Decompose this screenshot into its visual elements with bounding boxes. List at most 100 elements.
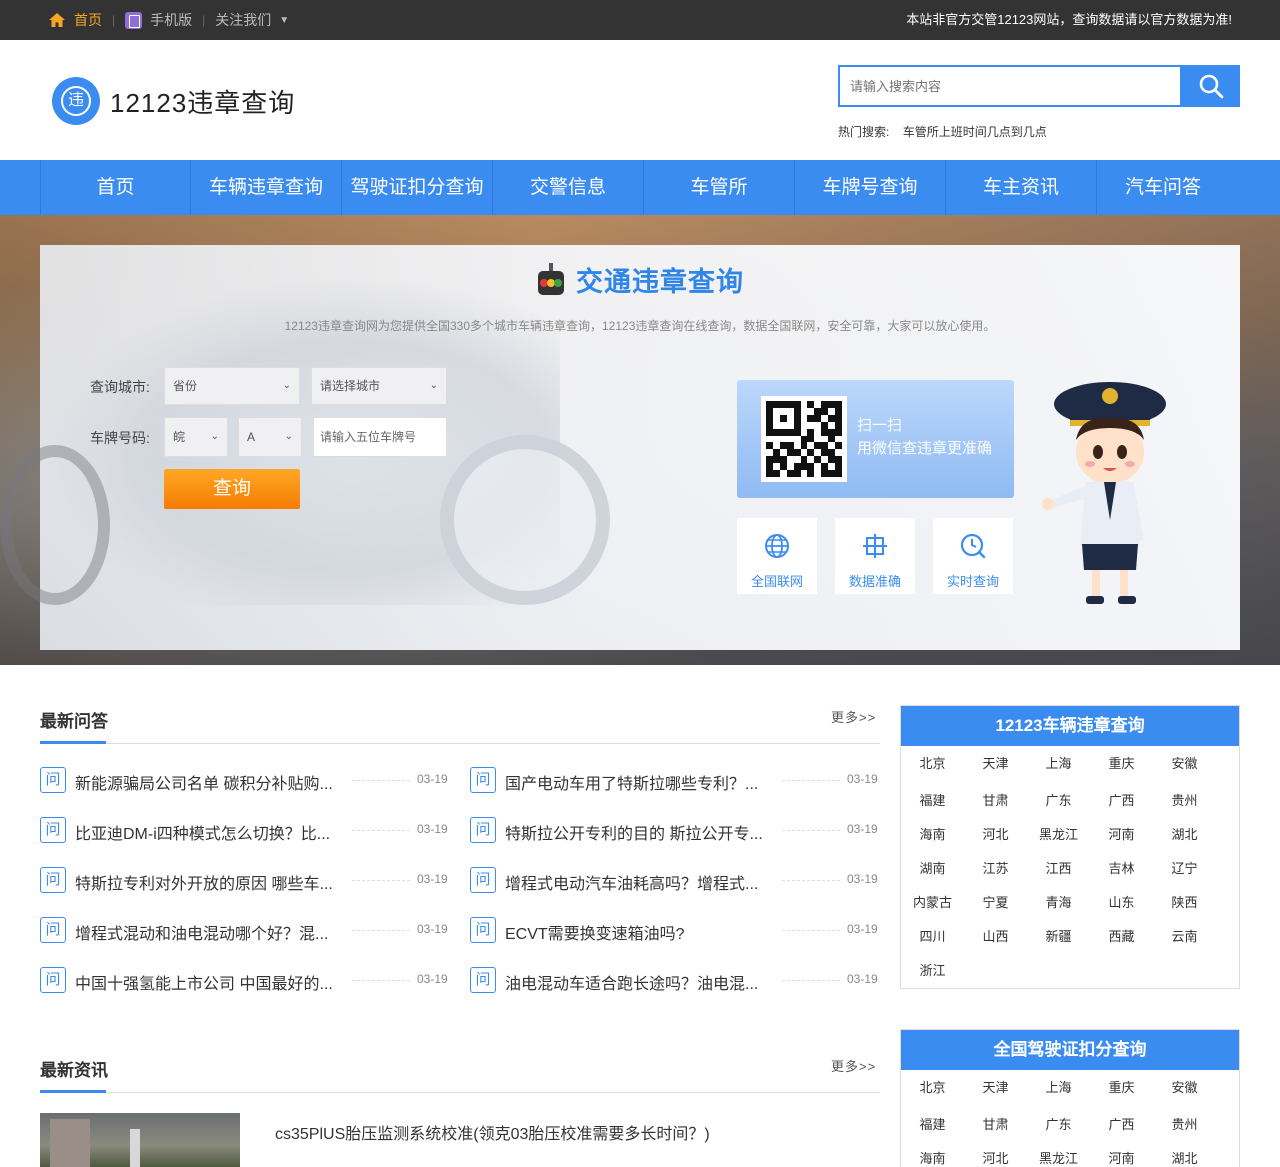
city-link[interactable]: 江苏 [964,852,1027,886]
city-link[interactable]: 江西 [1027,852,1090,886]
news-thumbnail-image[interactable] [40,1113,240,1167]
logo-badge-icon: 违 [52,77,100,125]
city-link[interactable]: 安徽 [1153,746,1216,784]
nav-home[interactable]: 首页 [40,160,191,215]
qa-item-title[interactable]: 特斯拉公开专利的目的 斯拉公开专... [505,820,763,844]
qa-item-title[interactable]: 比亚迪DM-i四种模式怎么切换？比... [75,820,330,844]
city-select[interactable]: 请选择城市 ⌄ [311,367,447,405]
city-link[interactable]: 河北 [964,818,1027,852]
city-link[interactable]: 北京 [901,1070,964,1108]
nav-traffic-police[interactable]: 交警信息 [493,160,644,215]
city-link[interactable]: 贵州 [1153,1108,1216,1142]
plate-province-select[interactable]: 皖 ⌄ [164,417,228,457]
city-link[interactable]: 广西 [1090,1108,1153,1142]
city-link[interactable]: 贵州 [1153,784,1216,818]
city-link[interactable]: 安徽 [1153,1070,1216,1108]
search-button[interactable] [1182,65,1240,107]
qa-list-item[interactable]: 问 ECVT需要换变速箱油吗? 03-19 [470,917,880,945]
city-link[interactable]: 甘肃 [964,784,1027,818]
city-link[interactable]: 天津 [964,1070,1027,1108]
plate-number-input[interactable]: 请输入五位车牌号 [313,417,447,457]
city-link[interactable]: 广西 [1090,784,1153,818]
plate-letter-select[interactable]: A ⌄ [238,417,302,457]
qa-item-title[interactable]: 增程式混动和油电混动哪个好？混... [75,920,328,944]
province-select[interactable]: 省份 ⌄ [164,367,300,405]
city-link[interactable]: 湖南 [901,852,964,886]
city-link[interactable]: 西藏 [1090,920,1153,954]
chevron-down-icon[interactable]: ▼ [279,15,289,26]
site-logo[interactable]: 违 12123违章查询 [52,77,295,125]
top-follow-link[interactable]: 关注我们 [215,10,271,30]
city-link[interactable]: 黑龙江 [1027,1142,1090,1167]
qa-list-item[interactable]: 问增程式电动汽车油耗高吗？增程式... 03-19 [470,867,880,895]
nav-vehicle-violation[interactable]: 车辆违章查询 [191,160,342,215]
city-link[interactable]: 上海 [1027,1070,1090,1108]
city-link[interactable]: 浙江 [901,954,964,988]
top-mobile-link[interactable]: 手机版 [150,10,192,30]
qa-item-title[interactable]: 油电混动车适合跑长途吗？油电混... [505,970,758,994]
city-link[interactable]: 陕西 [1153,886,1216,920]
search-input[interactable] [838,65,1182,107]
city-link[interactable]: 辽宁 [1153,852,1216,886]
city-link[interactable]: 北京 [901,746,964,784]
feature-realtime: 实时查询 [933,518,1013,594]
city-link[interactable]: 河南 [1090,818,1153,852]
city-link[interactable]: 河北 [964,1142,1027,1167]
city-link[interactable]: 甘肃 [964,1108,1027,1142]
city-link[interactable]: 天津 [964,746,1027,784]
city-link[interactable]: 吉林 [1090,852,1153,886]
city-link[interactable]: 内蒙古 [901,886,964,920]
top-notice: 本站非官方交管12123网站，查询数据请以官方数据为准! [906,12,1232,27]
news-more-link[interactable]: 更多>> [831,1056,876,1075]
top-home-link[interactable]: 首页 [74,10,102,30]
city-link[interactable]: 山东 [1090,886,1153,920]
qa-item-title[interactable]: 增程式电动汽车油耗高吗？增程式... [505,870,758,894]
city-link[interactable]: 上海 [1027,746,1090,784]
hot-search-link[interactable]: 车管所上班时间几点到几点 [903,125,1047,139]
query-button[interactable]: 查询 [164,469,300,509]
qa-list-item[interactable]: 问新能源骗局公司名单 碳积分补贴购... 03-19 [40,767,450,795]
qa-list-item[interactable]: 问油电混动车适合跑长途吗？油电混... 03-19 [470,967,880,995]
qa-item-title[interactable]: 中国十强氢能上市公司 中国最好的... [75,970,333,994]
qa-list-item[interactable]: 问特斯拉专利对外开放的原因 哪些车... 03-19 [40,867,450,895]
city-link[interactable]: 宁夏 [964,886,1027,920]
city-link[interactable]: 黑龙江 [1027,818,1090,852]
city-link[interactable]: 云南 [1153,920,1216,954]
city-link[interactable]: 四川 [901,920,964,954]
question-icon: 问 [470,817,496,843]
city-link[interactable]: 河南 [1090,1142,1153,1167]
nav-owner-news[interactable]: 车主资讯 [946,160,1097,215]
city-link[interactable]: 山西 [964,920,1027,954]
city-link[interactable]: 广东 [1027,784,1090,818]
city-link[interactable]: 湖北 [1153,818,1216,852]
nav-license-points[interactable]: 驾驶证扣分查询 [342,160,493,215]
city-link[interactable]: 重庆 [1090,1070,1153,1108]
qa-list-item[interactable]: 问比亚迪DM-i四种模式怎么切换？比... 03-19 [40,817,450,845]
search-icon [1199,74,1224,99]
qa-item-title[interactable]: 国产电动车用了特斯拉哪些专利？... [505,770,758,794]
qa-list-item[interactable]: 问国产电动车用了特斯拉哪些专利？... 03-19 [470,767,880,795]
qa-list-item[interactable]: 问特斯拉公开专利的目的 斯拉公开专... 03-19 [470,817,880,845]
nav-vehicle-office[interactable]: 车管所 [644,160,795,215]
qa-item-title[interactable]: ECVT需要换变速箱油吗? [505,920,685,944]
question-icon: 问 [470,867,496,893]
license-city-grid: 北京 天津 上海 重庆 安徽福建 甘肃 广东 广西 贵州海南 河北 黑龙江 河南 湖北 [901,1070,1239,1167]
nav-plate-query[interactable]: 车牌号查询 [795,160,946,215]
city-link[interactable]: 新疆 [1027,920,1090,954]
qa-item-title[interactable]: 新能源骗局公司名单 碳积分补贴购... [75,770,333,794]
city-link[interactable]: 海南 [901,1142,964,1167]
city-link[interactable]: 海南 [901,818,964,852]
nav-car-qa[interactable]: 汽车问答 [1097,160,1229,215]
city-link[interactable]: 重庆 [1090,746,1153,784]
qa-list-item[interactable]: 问中国十强氢能上市公司 中国最好的... 03-19 [40,967,450,995]
news-item-title[interactable]: cs35PlUS胎压监测系统校准(领克03胎压校准需要多长时间？) [275,1120,710,1144]
city-link[interactable]: 湖北 [1153,1142,1216,1167]
city-link[interactable]: 青海 [1027,886,1090,920]
qa-more-link[interactable]: 更多>> [831,707,876,726]
qa-item-title[interactable]: 特斯拉专利对外开放的原因 哪些车... [75,870,333,894]
city-link[interactable]: 福建 [901,784,964,818]
city-link[interactable]: 福建 [901,1108,964,1142]
feature-accurate: 数据准确 [835,518,915,594]
qa-list-item[interactable]: 问增程式混动和油电混动哪个好？混... 03-19 [40,917,450,945]
city-link[interactable]: 广东 [1027,1108,1090,1142]
